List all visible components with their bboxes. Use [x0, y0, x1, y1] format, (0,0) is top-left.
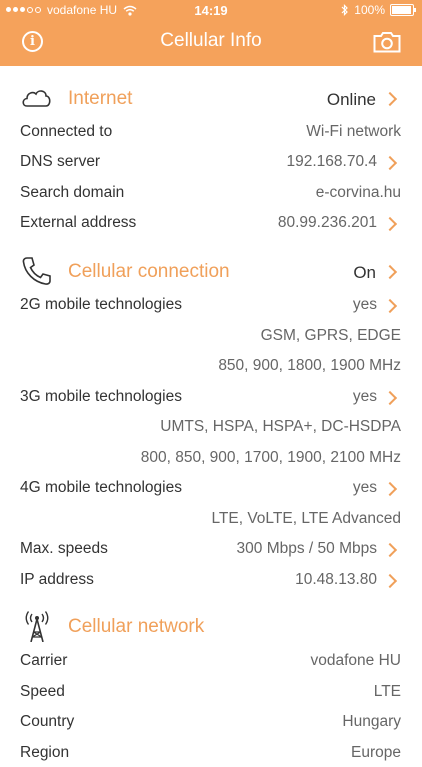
- row-external-address[interactable]: External address 80.99.236.201: [0, 209, 422, 237]
- row-value: 800, 850, 900, 1700, 1900, 2100 MHz: [140, 449, 401, 466]
- internet-status: Online: [326, 90, 376, 109]
- cloud-icon: [22, 90, 51, 107]
- status-right: 100%: [341, 3, 416, 17]
- row-value: yes: [352, 479, 377, 496]
- row-value: Hungary: [342, 713, 401, 730]
- row-label: DNS server: [20, 153, 101, 170]
- row-label: Search domain: [20, 184, 125, 201]
- row-label: Country: [20, 713, 75, 730]
- row-3g-bands: 800, 850, 900, 1700, 1900, 2100 MHz: [0, 444, 422, 472]
- row-connected-to: Connected to Wi-Fi network: [0, 118, 422, 146]
- row-4g-technologies[interactable]: 4G mobile technologies yes: [0, 474, 422, 502]
- internet-section-header[interactable]: Internet Online: [0, 78, 422, 118]
- row-value: UMTS, HSPA, HSPA+, DC-HSDPA: [160, 418, 401, 435]
- battery-icon: [390, 4, 416, 16]
- row-label: 4G mobile technologies: [20, 479, 182, 496]
- row-dns-server[interactable]: DNS server 192.168.70.4: [0, 148, 422, 176]
- row-label: Max. speeds: [20, 540, 108, 557]
- row-value: 80.99.236.201: [277, 214, 377, 231]
- row-label: Connected to: [20, 123, 113, 140]
- chevron-right-icon: [382, 481, 398, 497]
- network-section-header: Cellular network: [0, 606, 422, 646]
- row-2g-technologies[interactable]: 2G mobile technologies yes: [0, 291, 422, 319]
- row-label: Region: [20, 744, 70, 761]
- row-speed: Speed LTE: [0, 678, 422, 706]
- row-carrier: Carrier vodafone HU: [0, 647, 422, 675]
- row-search-domain: Search domain e-corvina.hu: [0, 179, 422, 207]
- camera-icon[interactable]: [373, 31, 401, 53]
- battery-percent: 100%: [354, 3, 385, 17]
- cellular-section-title: Cellular connection: [68, 261, 230, 282]
- row-label: External address: [20, 214, 137, 231]
- cellular-section-header[interactable]: Cellular connection On: [0, 251, 422, 291]
- app-header: vodafone HU 14:19 100% i Cellular Info: [0, 0, 422, 66]
- chevron-right-icon: [382, 264, 398, 280]
- row-country: Country Hungary: [0, 708, 422, 736]
- chevron-right-icon: [382, 542, 398, 558]
- row-label: 3G mobile technologies: [20, 388, 182, 405]
- row-label: Speed: [20, 683, 65, 700]
- row-ip-address[interactable]: IP address 10.48.13.80: [0, 566, 422, 594]
- internet-section-title: Internet: [68, 88, 133, 109]
- row-value: LTE, VoLTE, LTE Advanced: [211, 510, 401, 527]
- phone-handset-icon: [22, 257, 51, 285]
- row-value: Europe: [351, 744, 401, 761]
- row-value: e-corvina.hu: [315, 184, 401, 201]
- row-value: yes: [352, 388, 377, 405]
- chevron-right-icon: [382, 91, 398, 107]
- page-title: Cellular Info: [160, 30, 262, 51]
- row-value: Wi-Fi network: [306, 123, 401, 140]
- chevron-right-icon: [382, 298, 398, 314]
- row-3g-technologies[interactable]: 3G mobile technologies yes: [0, 383, 422, 411]
- row-label: 2G mobile technologies: [20, 296, 182, 313]
- row-3g-standards: UMTS, HSPA, HSPA+, DC-HSDPA: [0, 413, 422, 441]
- network-section-title: Cellular network: [68, 616, 205, 637]
- row-label: Carrier: [20, 652, 68, 669]
- row-max-speeds[interactable]: Max. speeds 300 Mbps / 50 Mbps: [0, 535, 422, 563]
- row-2g-bands: 850, 900, 1800, 1900 MHz: [0, 352, 422, 380]
- row-value: yes: [352, 296, 377, 313]
- status-bar: vodafone HU 14:19 100%: [0, 0, 422, 22]
- row-value: LTE: [373, 683, 401, 700]
- chevron-right-icon: [382, 216, 398, 232]
- row-value: 300 Mbps / 50 Mbps: [236, 540, 377, 557]
- chevron-right-icon: [382, 573, 398, 589]
- row-2g-standards: GSM, GPRS, EDGE: [0, 322, 422, 350]
- bluetooth-icon: [341, 4, 349, 16]
- row-4g-standards: LTE, VoLTE, LTE Advanced: [0, 505, 422, 533]
- row-value: vodafone HU: [310, 652, 401, 669]
- row-value: 192.168.70.4: [286, 153, 377, 170]
- row-label: IP address: [20, 571, 94, 588]
- row-value: 850, 900, 1800, 1900 MHz: [218, 357, 401, 374]
- antenna-tower-icon: [25, 611, 49, 642]
- row-value: 10.48.13.80: [295, 571, 377, 588]
- row-value: GSM, GPRS, EDGE: [260, 327, 401, 344]
- chevron-right-icon: [382, 390, 398, 406]
- cellular-status: On: [353, 263, 376, 282]
- chevron-right-icon: [382, 155, 398, 171]
- row-region: Region Europe: [0, 739, 422, 767]
